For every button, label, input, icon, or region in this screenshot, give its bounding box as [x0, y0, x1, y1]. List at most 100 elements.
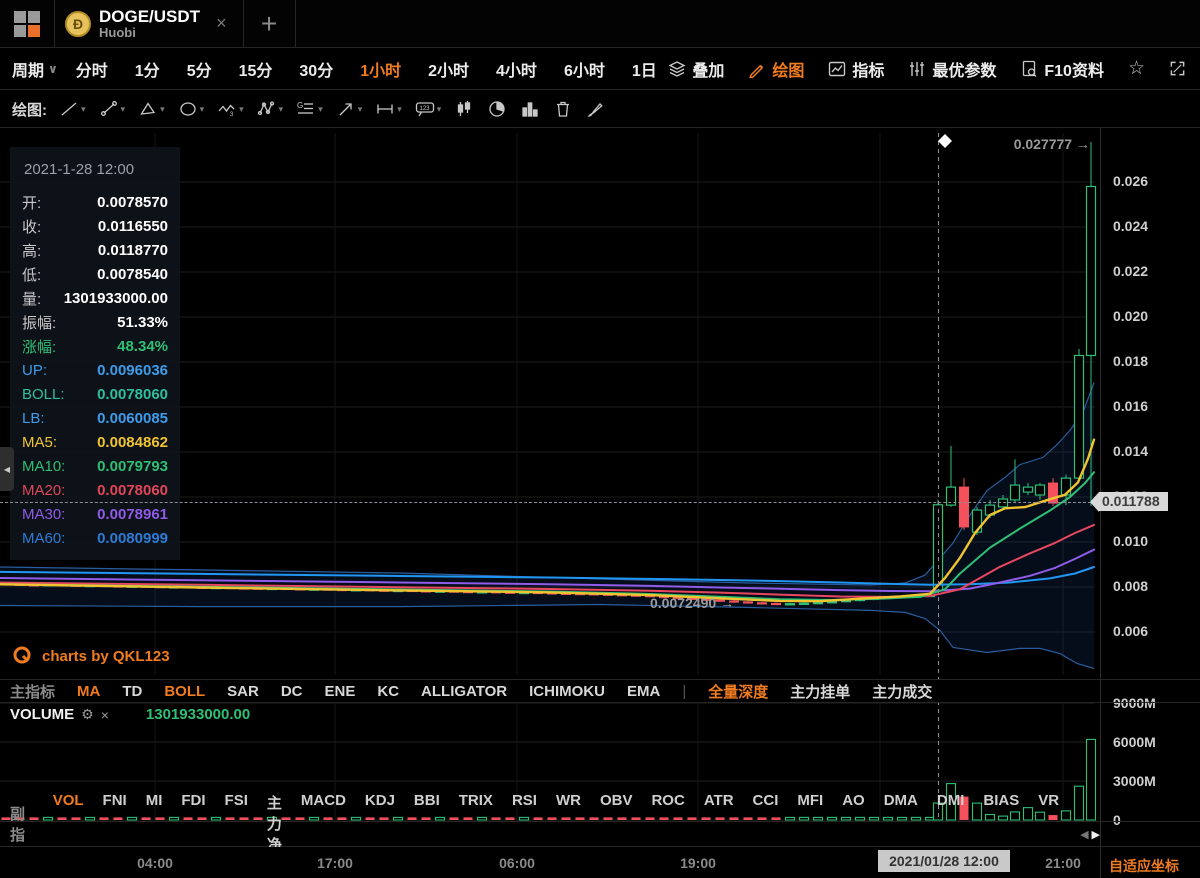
callout-icon: 123 [415, 99, 435, 119]
main-indicator-group-label: 主指标 [10, 681, 55, 702]
period-tab-1日[interactable]: 1日 [632, 57, 657, 81]
volume-tick: 0 [1113, 812, 1121, 828]
price-tick: 0.026 [1113, 173, 1148, 189]
chevron-down-icon[interactable]: ▾ [200, 104, 205, 115]
main-tab-KC[interactable]: KC [377, 683, 399, 700]
brush-icon [586, 99, 606, 119]
chevron-down-icon[interactable]: ▾ [81, 104, 86, 115]
draw-tool-wave[interactable]: 3▾ [215, 97, 246, 121]
indicator-button[interactable]: 指标 [828, 57, 884, 81]
period-tab-1分[interactable]: 1分 [135, 57, 160, 81]
draw-tool-trash[interactable] [551, 97, 575, 121]
ohlc-row-label: 振幅: [22, 312, 56, 333]
close-icon[interactable]: × [101, 707, 109, 723]
grid-icon [14, 11, 40, 37]
ohlc-row-label: MA20: [22, 482, 65, 499]
chevron-down-icon[interactable]: ▾ [279, 104, 284, 115]
draw-tool-arrow[interactable]: ▾ [334, 97, 365, 121]
period-tab-分时[interactable]: 分时 [76, 57, 108, 81]
chevron-down-icon[interactable]: ▾ [239, 104, 244, 115]
main-tab-MA[interactable]: MA [77, 683, 100, 700]
period-tab-2小时[interactable]: 2小时 [428, 57, 469, 81]
triangle-icon [138, 99, 158, 119]
depth-tab-主力挂单[interactable]: 主力挂单 [790, 681, 850, 702]
chevron-down-icon[interactable]: ∨ [48, 62, 58, 76]
main-tab-SAR[interactable]: SAR [227, 683, 259, 700]
panel-collapse-button[interactable]: ◀ [0, 447, 14, 491]
depth-tab-主力成交[interactable]: 主力成交 [872, 681, 932, 702]
price-tick: 0.016 [1113, 398, 1148, 414]
draw-tool-candle-overlay[interactable] [452, 97, 476, 121]
draw-tool-ellipse[interactable]: ▾ [176, 97, 207, 121]
ohlc-row: LB:0.0060085 [22, 406, 168, 430]
draw-tool-trend-line[interactable]: ▾ [57, 97, 88, 121]
ohlc-row: 收:0.0116550 [22, 214, 168, 238]
close-tab-icon[interactable]: × [214, 13, 229, 34]
ohlc-row-label: 收: [22, 216, 41, 237]
doge-coin-icon: Ð [65, 11, 91, 37]
chevron-down-icon[interactable]: ▾ [160, 104, 165, 115]
chevron-down-icon[interactable]: ▾ [397, 104, 402, 115]
price-tick: 0.014 [1113, 443, 1148, 459]
draw-tool-brush[interactable] [584, 97, 608, 121]
time-tick: 06:00 [499, 855, 535, 871]
period-tab-5分[interactable]: 5分 [187, 57, 212, 81]
draw-tool-pie[interactable] [485, 97, 509, 121]
qkl123-watermark[interactable]: charts by QKL123 [12, 645, 170, 667]
ohlc-row-value: 0.0096036 [97, 362, 168, 379]
draw-tool-segment[interactable]: ▾ [97, 97, 128, 121]
svg-text:3: 3 [230, 112, 234, 118]
chevron-down-icon[interactable]: ▾ [437, 104, 442, 115]
draw-tool-histogram[interactable] [518, 97, 542, 121]
ohlc-row: MA30:0.0078961 [22, 502, 168, 526]
chevron-down-icon[interactable]: ▾ [121, 104, 126, 115]
add-tab-button[interactable]: + [244, 0, 296, 47]
f10-info-button[interactable]: F10资料 [1020, 57, 1104, 81]
period-tab-15分[interactable]: 15分 [239, 57, 273, 81]
main-tab-DC[interactable]: DC [281, 683, 303, 700]
crosshair-horizontal-line [0, 502, 1096, 503]
optimal-params-button[interactable]: 最优参数 [908, 57, 996, 81]
scroll-right-icon[interactable]: ▶ [1092, 828, 1100, 841]
chevron-down-icon[interactable]: ▾ [358, 104, 363, 115]
ohlc-row-value: 0.0118770 [98, 242, 168, 259]
app-grid-button[interactable] [0, 0, 55, 47]
main-tab-ICHIMOKU[interactable]: ICHIMOKU [529, 683, 605, 700]
ohlc-row-label: MA30: [22, 506, 65, 523]
main-tab-BOLL[interactable]: BOLL [164, 683, 205, 700]
ohlc-row-value: 0.0078060 [97, 386, 168, 403]
price-tick: 0.018 [1113, 353, 1148, 369]
depth-tab-全量深度[interactable]: 全量深度 [708, 681, 768, 702]
high-price-annotation: 0.027777 → [990, 136, 1090, 152]
main-tab-ALLIGATOR[interactable]: ALLIGATOR [421, 683, 507, 700]
draw-tool-callout[interactable]: 123▾ [413, 97, 444, 121]
draw-tool-triangle[interactable]: ▾ [136, 97, 167, 121]
symbol-tab[interactable]: Ð DOGE/USDT Huobi × [55, 0, 244, 47]
period-tab-6小时[interactable]: 6小时 [564, 57, 605, 81]
ohlc-row-value: 0.0079793 [97, 458, 168, 475]
adaptive-scale-button[interactable]: 自适应坐标 [1109, 856, 1179, 876]
ohlc-row-value: 48.34% [117, 338, 168, 355]
fullscreen-button[interactable] [1169, 60, 1186, 77]
draw-button[interactable]: 绘图 [748, 57, 804, 81]
period-tab-4小时[interactable]: 4小时 [496, 57, 537, 81]
ohlc-row-label: 开: [22, 192, 41, 213]
scroll-left-icon[interactable]: ◀ [1080, 828, 1088, 841]
ohlc-row-value: 0.0078540 [97, 266, 168, 283]
toolbar-actions: 叠加 绘图 指标 最优参数 F10资料 ☆ [668, 57, 1200, 81]
ohlc-row-label: MA10: [22, 458, 65, 475]
main-tab-ENE[interactable]: ENE [325, 683, 356, 700]
favorite-star-icon[interactable]: ☆ [1128, 57, 1145, 80]
main-tab-EMA[interactable]: EMA [627, 683, 660, 700]
main-tab-TD[interactable]: TD [122, 683, 142, 700]
gear-icon[interactable]: ⚙ [81, 706, 94, 723]
period-tab-1小时[interactable]: 1小时 [360, 57, 401, 81]
pie-icon [487, 99, 507, 119]
chevron-down-icon[interactable]: ▾ [318, 104, 323, 115]
period-tab-30分[interactable]: 30分 [299, 57, 333, 81]
overlay-button[interactable]: 叠加 [668, 57, 724, 81]
pencil-icon [748, 60, 766, 78]
draw-tool-gann[interactable]: G▾ [294, 97, 325, 121]
draw-tool-measure[interactable]: ▾ [373, 97, 404, 121]
draw-tool-pattern[interactable]: ▾ [255, 97, 286, 121]
